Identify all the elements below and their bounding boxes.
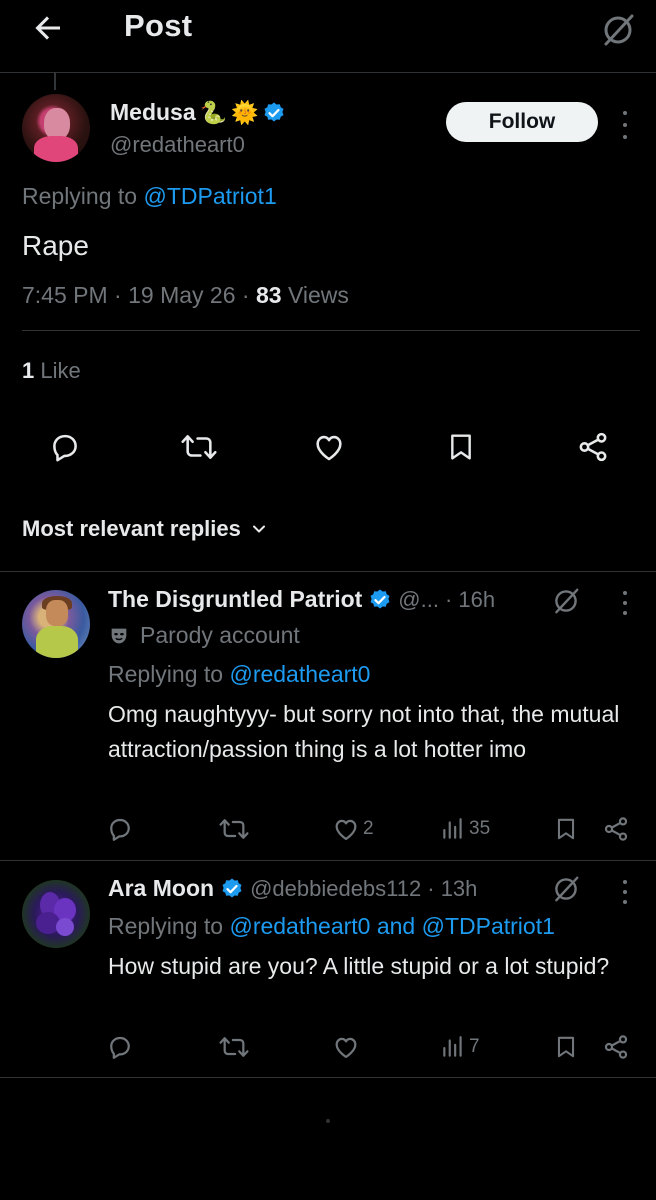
views-count: 7 [469, 1036, 480, 1057]
reply-author-handle[interactable]: @debbiedebs112 [250, 876, 421, 902]
verified-badge-icon [220, 877, 244, 901]
like-heart-icon[interactable] [312, 430, 346, 464]
repost-icon[interactable] [180, 430, 218, 464]
replying-to-link[interactable]: @redatheart0 [229, 661, 370, 688]
grok-icon[interactable] [598, 10, 638, 50]
parody-label: Parody account [140, 622, 300, 648]
views-action[interactable]: 35 [440, 815, 490, 843]
views-count: 35 [469, 818, 491, 839]
like-count: 2 [363, 818, 374, 839]
repost-icon[interactable] [218, 815, 250, 843]
replying-to-line: Replying to @TDPatriot1 [22, 183, 277, 210]
author-name-row[interactable]: Medusa 🐍 🌞 [110, 99, 286, 126]
bookmark-icon[interactable] [553, 815, 579, 843]
avatar[interactable] [22, 880, 90, 948]
post-time[interactable]: 7:45 PM [22, 282, 108, 308]
reply-divider [0, 1077, 656, 1078]
likes-summary[interactable]: 1 Like [22, 358, 81, 384]
replying-to-line: Replying to @redatheart0 [108, 661, 370, 688]
views-action[interactable]: 7 [440, 1033, 480, 1061]
reply-divider [0, 860, 656, 861]
analytics-bars-icon [440, 1033, 466, 1061]
header-divider [0, 72, 656, 73]
reply-author-name[interactable]: Ara Moon [108, 875, 214, 902]
likes-count: 1 [22, 358, 35, 383]
share-icon[interactable] [576, 430, 610, 464]
reply-text: How stupid are you? A little stupid or a… [108, 953, 610, 979]
verified-badge-icon [368, 588, 392, 612]
views-label: Views [287, 282, 349, 308]
follow-button[interactable]: Follow [446, 102, 598, 142]
page-title: Post [124, 8, 193, 43]
replying-to-prefix: Replying to [108, 913, 224, 939]
grok-icon[interactable] [550, 585, 582, 617]
reply-header: Ara Moon @debbiedebs112 · 13h [108, 875, 477, 902]
post-text: Rape [22, 230, 89, 261]
post-meta: 7:45 PM · 19 May 26 · 83 Views [22, 282, 349, 308]
replies-sort-label: Most relevant replies [22, 516, 241, 541]
reply-icon[interactable] [48, 430, 82, 464]
like-heart-icon[interactable] [332, 1033, 360, 1061]
thread-connector-line [54, 72, 56, 90]
avatar[interactable] [22, 590, 90, 658]
more-options-icon[interactable] [621, 591, 629, 615]
parody-label-row: Parody account [108, 622, 300, 649]
replies-divider [0, 571, 656, 572]
bookmark-icon[interactable] [445, 430, 477, 464]
more-options-icon[interactable] [621, 111, 629, 139]
like-heart-icon[interactable] [332, 815, 360, 843]
snake-emoji: 🐍 [199, 99, 228, 125]
reply-icon[interactable] [106, 815, 134, 843]
replying-to-line: Replying to @redatheart0 and @TDPatriot1 [108, 913, 555, 940]
grok-icon[interactable] [550, 873, 582, 905]
reply-text: Omg naughtyyy- but sorry not into that, … [108, 701, 620, 762]
author-display-name[interactable]: Medusa [110, 99, 196, 126]
reply-time[interactable]: · 16h [445, 587, 495, 613]
post-date[interactable]: 19 May 26 [128, 282, 235, 308]
more-options-icon[interactable] [621, 880, 629, 904]
views-count: 83 [255, 282, 282, 308]
meta-divider [22, 330, 640, 331]
mask-icon [108, 625, 130, 647]
likes-label: Like [40, 358, 81, 383]
analytics-bars-icon [440, 815, 466, 843]
replying-to-prefix: Replying to [22, 183, 138, 209]
avatar[interactable] [22, 94, 90, 162]
reply-author-name[interactable]: The Disgruntled Patriot [108, 586, 362, 613]
repost-icon[interactable] [218, 1033, 250, 1061]
reply-icon[interactable] [106, 1033, 134, 1061]
reply-time[interactable]: · 13h [427, 876, 477, 902]
sun-emoji: 🌞 [231, 99, 259, 125]
chevron-down-icon [249, 519, 269, 539]
like-action[interactable]: 2 [332, 815, 374, 843]
bookmark-icon[interactable] [553, 1033, 579, 1061]
replying-to-link[interactable]: @TDPatriot1 [143, 183, 276, 209]
replies-sort-dropdown[interactable]: Most relevant replies [22, 516, 269, 542]
replying-to-link[interactable]: @redatheart0 and @TDPatriot1 [229, 913, 554, 940]
replying-to-prefix: Replying to [108, 661, 224, 687]
loading-indicator [326, 1110, 330, 1128]
reply-author-handle[interactable]: @... [398, 587, 439, 613]
reply-header: The Disgruntled Patriot @... · 16h [108, 586, 495, 613]
verified-badge-icon [262, 101, 286, 125]
back-arrow-icon[interactable] [30, 10, 66, 46]
author-handle[interactable]: @redatheart0 [110, 132, 245, 158]
share-icon[interactable] [602, 815, 630, 843]
share-icon[interactable] [602, 1033, 630, 1061]
